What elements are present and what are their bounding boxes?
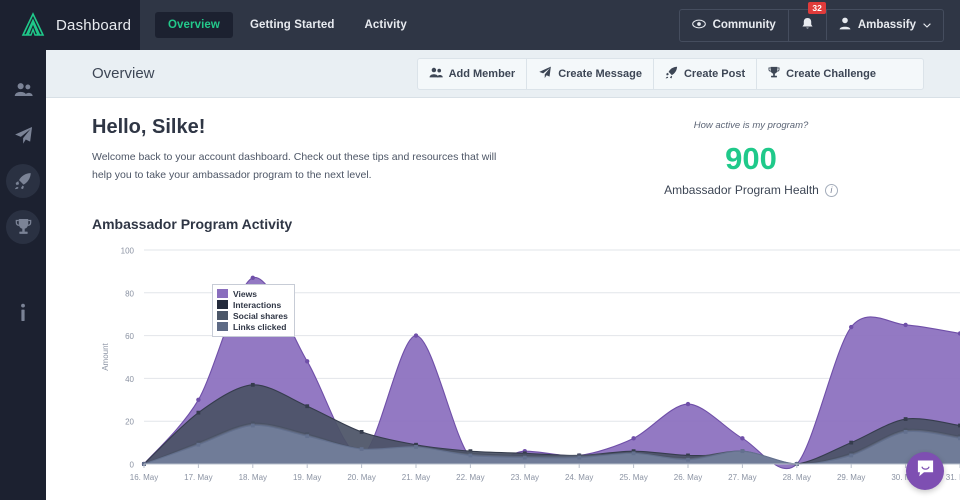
eye-icon [691, 19, 706, 32]
x-axis-tick: 22. May [456, 473, 484, 482]
user-icon [839, 17, 851, 33]
program-health-label-row: Ambassador Program Health i [586, 183, 916, 197]
add-member-button[interactable]: Add Member [418, 60, 527, 88]
legend-label: Social shares [233, 310, 288, 321]
x-axis-tick: 21. May [402, 473, 430, 482]
legend-item-social-shares[interactable]: Social shares [217, 310, 288, 321]
program-health-question: How active is my program? [693, 120, 809, 131]
sidebar-item-info[interactable] [6, 296, 40, 330]
legend-label: Views [233, 288, 257, 299]
tab-overview[interactable]: Overview [155, 12, 233, 38]
legend-swatch [217, 311, 228, 320]
sidebar-item-posts[interactable] [6, 164, 40, 198]
welcome-text: Welcome back to your account dashboard. … [92, 151, 497, 181]
legend-item-views[interactable]: Views [217, 288, 288, 299]
legend-swatch [217, 289, 228, 298]
create-challenge-button[interactable]: Create Challenge [756, 58, 887, 89]
y-axis-tick: 40 [125, 375, 134, 384]
y-axis-tick: 80 [125, 289, 134, 298]
create-post-button[interactable]: Create Post [652, 58, 756, 89]
program-health-score: 900 [725, 141, 777, 176]
page-action-toolbar: Add Member Create Message Create Post Cr… [416, 57, 924, 90]
top-nav-items: Overview Getting Started Activity [140, 12, 420, 38]
x-axis-tick: 23. May [511, 473, 539, 482]
info-icon[interactable]: i [824, 183, 838, 197]
sidebar-item-messages[interactable] [6, 118, 40, 152]
create-challenge-label: Create Challenge [786, 67, 876, 80]
legend-swatch [217, 322, 228, 331]
create-message-button[interactable]: Create Message [526, 58, 653, 89]
legend-item-links-clicked[interactable]: Links clicked [217, 321, 288, 332]
y-axis-tick: 0 [130, 461, 135, 470]
brand-home-link[interactable]: Dashboard [0, 0, 140, 50]
program-health-label: Ambassador Program Health [664, 183, 819, 197]
y-axis-tick: 20 [125, 418, 134, 427]
brand-title: Dashboard [56, 16, 132, 34]
chart-legend: Views Interactions Social shares Links c… [212, 284, 295, 337]
chart-canvas[interactable]: 0 20 40 60 80 100 Amount 16. May 17. May 18. May 1… [92, 240, 960, 500]
x-axis-tick: 27. May [728, 473, 756, 482]
x-axis-tick: 31. May [946, 473, 960, 482]
greeting-heading: Hello, Silke! [92, 116, 206, 138]
x-axis-tick: 25. May [619, 473, 647, 482]
create-message-label: Create Message [558, 67, 642, 80]
activity-area-chart[interactable]: 0 20 40 60 80 100 Amount 16. May 17. May 18. May 1… [92, 240, 960, 500]
paper-plane-icon [538, 66, 552, 82]
sidebar-item-challenges[interactable] [6, 210, 40, 244]
x-axis-tick: 19. May [293, 473, 321, 482]
top-right-controls: Community 32 Ambassify [678, 1, 960, 42]
legend-swatch [217, 300, 228, 309]
left-sidebar [0, 50, 46, 500]
x-axis-tick: 18. May [239, 473, 267, 482]
x-axis-tick: 28. May [783, 473, 811, 482]
main-content: Hello, Silke! Welcome back to your accou… [46, 98, 960, 500]
x-axis-tick: 29. May [837, 473, 865, 482]
page-title: Overview [92, 65, 155, 82]
page-subheader: Overview Add Member Create Message Creat… [46, 50, 960, 98]
x-axis-tick: 16. May [130, 473, 158, 482]
users-icon [429, 67, 443, 81]
x-axis-tick: 26. May [674, 473, 702, 482]
rocket-icon [665, 66, 678, 82]
tab-getting-started[interactable]: Getting Started [237, 12, 348, 38]
bell-icon [801, 17, 814, 34]
chat-bubble-icon [916, 459, 935, 483]
legend-label: Links clicked [233, 321, 287, 332]
community-label: Community [712, 19, 776, 31]
top-navigation-bar: Dashboard Overview Getting Started Activ… [0, 0, 960, 50]
ambassify-logo-icon [20, 12, 46, 38]
chat-widget-button[interactable] [906, 452, 944, 490]
x-axis-tick: 17. May [184, 473, 212, 482]
notification-badge: 32 [808, 1, 826, 15]
x-axis-tick: 24. May [565, 473, 593, 482]
account-label: Ambassify [857, 19, 916, 31]
account-menu-button[interactable]: Ambassify [825, 10, 943, 40]
legend-item-interactions[interactable]: Interactions [217, 299, 288, 310]
notifications-button[interactable]: 32 [787, 1, 826, 41]
dashboard-page: Dashboard Overview Getting Started Activ… [0, 0, 960, 500]
program-health-panel: How active is my program? 900 Ambassador… [586, 120, 916, 197]
sidebar-item-members[interactable] [6, 72, 40, 106]
chart-title: Ambassador Program Activity [92, 216, 293, 232]
x-axis-tick: 20. May [347, 473, 375, 482]
tab-activity[interactable]: Activity [352, 12, 420, 38]
chevron-down-icon [923, 19, 931, 31]
y-axis-title: Amount [101, 342, 110, 370]
y-axis-tick: 100 [121, 247, 135, 256]
community-button[interactable]: Community [680, 12, 788, 39]
y-axis-tick: 60 [125, 332, 134, 341]
create-post-label: Create Post [683, 67, 746, 80]
legend-label: Interactions [233, 299, 282, 310]
add-member-label: Add Member [448, 67, 516, 80]
trophy-icon [768, 66, 780, 82]
